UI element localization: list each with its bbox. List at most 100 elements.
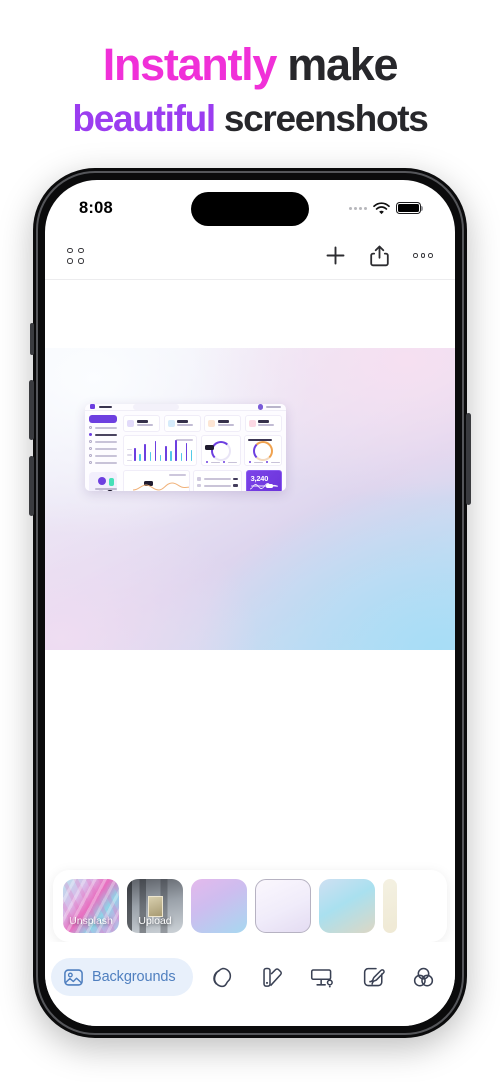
sidebar-item-settings[interactable] — [89, 461, 117, 465]
thumb-label: Upload — [138, 915, 172, 927]
donut-chart-gender — [252, 440, 273, 461]
line-chart — [133, 482, 189, 491]
tab-backgrounds[interactable]: Backgrounds — [51, 958, 193, 996]
headline-accent-beautiful: beautiful — [72, 98, 216, 139]
stat-card-total-patients[interactable] — [123, 414, 161, 432]
app-toolbar — [45, 232, 455, 280]
promo-confirm-button[interactable] — [107, 489, 113, 491]
panel-filter-today[interactable] — [168, 473, 186, 476]
bottom-tab-bar: Backgrounds — [45, 942, 455, 1026]
power-button[interactable] — [466, 413, 471, 505]
color-swatches-icon — [263, 967, 282, 987]
tab-shadow[interactable] — [209, 965, 234, 990]
stat-icon — [167, 419, 175, 427]
promo-cancel-button[interactable] — [98, 489, 104, 491]
wifi-icon — [373, 201, 390, 215]
tab-color[interactable] — [260, 965, 285, 990]
status-bar: 8:08 — [45, 180, 455, 232]
headline-rest-make: make — [276, 39, 398, 90]
dashboard-search-input[interactable] — [133, 404, 179, 410]
dashboard-user-name — [266, 405, 281, 408]
tab-frame[interactable] — [310, 965, 335, 990]
dashboard-logo-icon — [90, 404, 95, 410]
panel-title — [247, 438, 272, 442]
background-thumb-gradient-white-lilac[interactable] — [255, 879, 311, 933]
background-thumb-gradient-cream[interactable] — [383, 879, 397, 933]
division-row — [197, 483, 239, 488]
stat-icon — [248, 419, 256, 427]
status-bar-time: 8:08 — [79, 198, 113, 217]
background-thumb-upload[interactable]: Upload — [127, 879, 183, 933]
panel-patients-by-gender[interactable] — [243, 434, 282, 467]
panel-patients-donut[interactable] — [200, 434, 241, 467]
chart-y-axis — [127, 448, 132, 462]
plus-icon[interactable] — [325, 245, 346, 266]
brush-icon — [363, 967, 385, 986]
toolbar-actions — [325, 245, 433, 267]
division-row — [197, 477, 239, 481]
sidebar-item-patients[interactable] — [89, 426, 117, 430]
chart-legend — [248, 461, 281, 464]
phone-screen: 8:08 3,240 Unsplash Upload Backgrounds — [45, 180, 455, 1026]
mute-switch-button[interactable] — [30, 323, 34, 355]
grid-dots-icon[interactable] — [67, 247, 84, 264]
donut-chart — [210, 440, 231, 461]
panel-highlight-metric[interactable]: 3,240 — [245, 469, 282, 491]
chart-tooltip — [204, 444, 214, 450]
background-thumbnail-tray[interactable]: Unsplash Upload — [53, 870, 447, 942]
sidebar-promo-card[interactable] — [89, 471, 117, 491]
panel-outpatients-inpatients-trend[interactable] — [123, 434, 198, 467]
headline-rest-screenshots: screenshots — [214, 98, 429, 139]
background-thumb-gradient-violet-blue[interactable] — [191, 879, 247, 933]
tab-effects[interactable] — [411, 965, 436, 990]
thumb-label: Unsplash — [69, 915, 113, 927]
stat-card-total-costs[interactable] — [204, 414, 242, 432]
stat-icon — [127, 419, 134, 427]
sidebar-item-chat[interactable] — [89, 440, 117, 444]
background-thumb-unsplash[interactable]: Unsplash — [63, 879, 119, 933]
sidebar-item-departments[interactable] — [89, 447, 117, 451]
stat-card-available-staff[interactable] — [163, 414, 201, 432]
volume-down-button[interactable] — [29, 456, 34, 516]
stat-icon — [208, 419, 216, 427]
phone-mockup: 8:08 3,240 Unsplash Upload Backgrounds — [29, 168, 471, 1038]
promo-avatar-icon — [98, 476, 106, 485]
dashboard-brand-name — [99, 405, 112, 408]
panel-time-admitted[interactable] — [123, 469, 190, 491]
avatar — [257, 404, 263, 410]
dashboard-main: 3,240 — [121, 411, 286, 491]
dynamic-island — [191, 192, 309, 226]
more-ellipsis-icon[interactable] — [413, 253, 433, 258]
status-bar-indicators — [349, 201, 424, 215]
volume-up-button[interactable] — [29, 380, 34, 440]
tab-annotate[interactable] — [361, 965, 386, 990]
bar-chart — [134, 439, 193, 462]
overlapping-circles-icon — [414, 967, 434, 987]
dashboard-body: 3,240 — [85, 411, 286, 491]
chart-tooltip — [266, 483, 273, 488]
sidebar-item-overview[interactable] — [89, 433, 117, 437]
image-icon — [63, 967, 84, 988]
register-patient-button[interactable] — [89, 414, 117, 423]
battery-icon — [396, 201, 424, 215]
sidebar-item-doctors[interactable] — [89, 454, 117, 458]
dashboard-screenshot[interactable]: 3,240 — [85, 404, 286, 491]
headline-line-1: Instantly make — [0, 42, 500, 87]
chart-row-top — [123, 434, 282, 467]
stat-card-available-cars[interactable] — [244, 414, 282, 432]
signal-dots-icon — [349, 206, 367, 210]
background-thumb-gradient-blue-sand[interactable] — [319, 879, 375, 933]
headline-line-2: beautiful screenshots — [0, 100, 500, 137]
tab-bar-items — [193, 965, 449, 990]
tab-backgrounds-label: Backgrounds — [92, 969, 176, 985]
shadow-layers-icon — [213, 967, 232, 987]
panel-patients-by-division[interactable] — [193, 469, 243, 491]
canvas-gradient-background[interactable]: 3,240 — [45, 348, 455, 650]
headline-accent-instantly: Instantly — [102, 39, 278, 90]
share-icon[interactable] — [370, 245, 389, 267]
dashboard-sidebar — [85, 411, 121, 491]
chart-legend — [205, 461, 238, 464]
editor-canvas-area: 3,240 — [45, 280, 455, 876]
device-frame-icon — [311, 968, 334, 987]
chart-row-bottom: 3,240 — [123, 469, 282, 491]
